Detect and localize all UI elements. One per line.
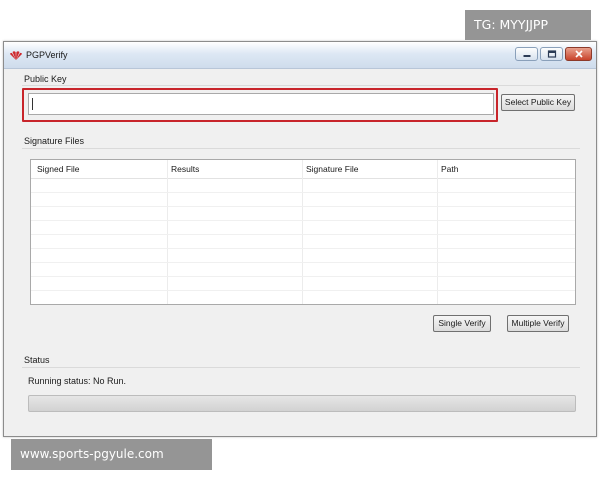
multiple-verify-button[interactable]: Multiple Verify (507, 315, 569, 332)
close-button[interactable] (565, 47, 592, 61)
window-title: PGPVerify (26, 50, 68, 60)
progress-bar (28, 395, 576, 412)
row-divider (31, 262, 575, 263)
maximize-icon (547, 50, 556, 58)
column-header-signature-file[interactable]: Signature File (306, 164, 358, 174)
row-divider (31, 248, 575, 249)
column-divider (437, 160, 438, 304)
running-status-text: Running status: No Run. (28, 376, 127, 386)
signature-files-group-line (22, 148, 580, 149)
tg-watermark: TG: MYYJJPP (465, 10, 591, 40)
row-divider (31, 206, 575, 207)
column-divider (167, 160, 168, 304)
single-verify-button[interactable]: Single Verify (433, 315, 491, 332)
row-divider (31, 290, 575, 291)
row-divider (31, 276, 575, 277)
status-group-line (22, 367, 580, 368)
table-header: Signed File Results Signature File Path (31, 160, 575, 179)
site-watermark-text: www.sports-pgyule.com (20, 447, 164, 461)
signature-files-label: Signature Files (24, 136, 85, 146)
row-divider (31, 192, 575, 193)
status-label: Status (24, 355, 50, 365)
signature-files-table[interactable]: Signed File Results Signature File Path (30, 159, 576, 305)
minimize-icon (523, 55, 530, 57)
public-key-label: Public Key (24, 74, 67, 84)
app-window: PGPVerify Public Key Select Public Key S… (3, 41, 597, 437)
row-divider (31, 234, 575, 235)
maximize-button[interactable] (540, 47, 563, 61)
column-header-path[interactable]: Path (441, 164, 459, 174)
close-icon (574, 50, 583, 58)
highlight-box (22, 88, 498, 122)
column-header-results[interactable]: Results (171, 164, 199, 174)
column-divider (302, 160, 303, 304)
public-key-group-line (22, 85, 580, 86)
tg-watermark-text: TG: MYYJJPP (474, 17, 549, 32)
minimize-button[interactable] (515, 47, 538, 61)
huawei-logo-icon (10, 51, 22, 60)
column-header-signed-file[interactable]: Signed File (37, 164, 80, 174)
window-controls (515, 47, 592, 61)
site-watermark: www.sports-pgyule.com (11, 439, 212, 470)
title-bar[interactable]: PGPVerify (4, 42, 596, 69)
select-public-key-button[interactable]: Select Public Key (501, 94, 575, 111)
row-divider (31, 220, 575, 221)
